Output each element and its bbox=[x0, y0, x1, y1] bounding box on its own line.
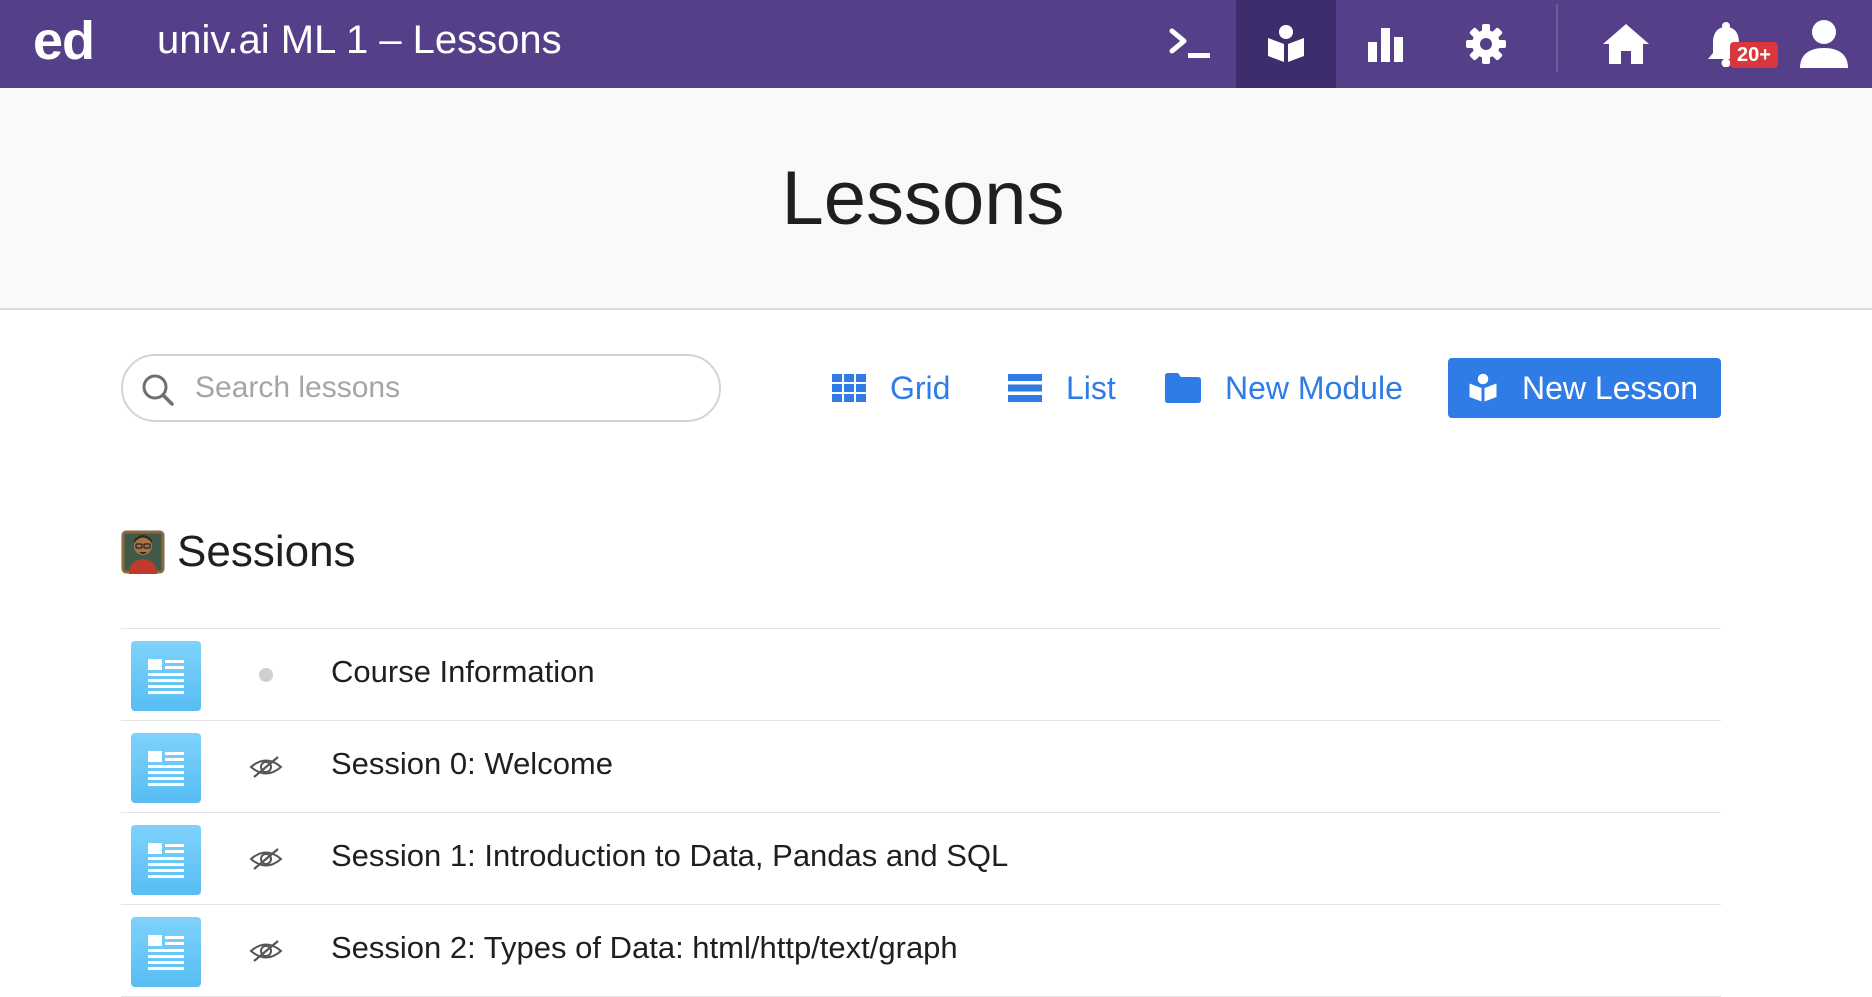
hidden-eye-icon bbox=[246, 747, 286, 787]
top-navigation-bar: ed univ.ai ML 1 – Lessons 20+ bbox=[0, 0, 1872, 88]
new-module-label: New Module bbox=[1225, 369, 1403, 406]
nav-divider bbox=[1556, 4, 1558, 72]
hidden-eye-icon bbox=[246, 931, 286, 971]
document-icon bbox=[131, 917, 201, 987]
terminal-icon bbox=[1169, 28, 1210, 58]
lesson-row[interactable]: Session 0: Welcome bbox=[121, 721, 1721, 813]
nav-lessons[interactable] bbox=[1236, 0, 1336, 88]
module-title: Sessions bbox=[177, 527, 356, 576]
page-header: Lessons bbox=[0, 88, 1872, 310]
folder-icon bbox=[1165, 373, 1201, 403]
teacher-emoji-icon bbox=[121, 530, 165, 574]
nav-settings[interactable] bbox=[1436, 0, 1536, 88]
search-input[interactable] bbox=[193, 364, 693, 412]
nav-user[interactable] bbox=[1776, 0, 1872, 88]
lessons-icon bbox=[1469, 373, 1497, 402]
analytics-icon bbox=[1368, 28, 1403, 62]
lesson-row[interactable]: Session 2: Types of Data: html/http/text… bbox=[121, 905, 1721, 997]
lesson-title[interactable]: Session 1: Introduction to Data, Pandas … bbox=[331, 813, 1008, 905]
module-header: Sessions bbox=[121, 520, 356, 584]
status-dot-icon bbox=[246, 655, 286, 695]
nav-analytics[interactable] bbox=[1336, 0, 1436, 88]
list-view-label: List bbox=[1066, 369, 1116, 406]
hidden-eye-icon bbox=[246, 839, 286, 879]
lesson-title[interactable]: Session 0: Welcome bbox=[331, 721, 613, 813]
lesson-list: Course Information Session 0: Welcome Se… bbox=[121, 628, 1721, 997]
nav-terminal[interactable] bbox=[1140, 0, 1240, 88]
lesson-title[interactable]: Session 2: Types of Data: html/http/text… bbox=[331, 905, 958, 997]
grid-view-label: Grid bbox=[890, 369, 951, 406]
page-title: Lessons bbox=[781, 156, 1065, 241]
lessons-icon bbox=[1268, 25, 1304, 62]
nav-home[interactable] bbox=[1576, 0, 1676, 88]
grid-icon bbox=[832, 374, 866, 402]
list-icon bbox=[1008, 374, 1042, 402]
search-box[interactable] bbox=[121, 354, 721, 422]
grid-view-button[interactable]: Grid bbox=[832, 358, 950, 418]
notification-count-badge: 20+ bbox=[1730, 42, 1778, 68]
new-module-button[interactable]: New Module bbox=[1165, 358, 1403, 418]
course-title: univ.ai ML 1 – Lessons bbox=[157, 18, 562, 62]
document-icon bbox=[131, 641, 201, 711]
lesson-row[interactable]: Course Information bbox=[121, 629, 1721, 721]
brand-logo[interactable]: ed bbox=[33, 0, 95, 88]
home-icon bbox=[1603, 24, 1649, 64]
new-lesson-label: New Lesson bbox=[1522, 369, 1699, 406]
search-icon bbox=[142, 374, 174, 406]
user-icon bbox=[1800, 20, 1848, 68]
document-icon bbox=[131, 825, 201, 895]
document-icon bbox=[131, 733, 201, 803]
list-view-button[interactable]: List bbox=[1008, 358, 1116, 418]
lesson-row[interactable]: Session 1: Introduction to Data, Pandas … bbox=[121, 813, 1721, 905]
new-lesson-button[interactable]: New Lesson bbox=[1448, 358, 1721, 418]
settings-icon bbox=[1466, 24, 1506, 64]
lesson-title[interactable]: Course Information bbox=[331, 629, 595, 721]
